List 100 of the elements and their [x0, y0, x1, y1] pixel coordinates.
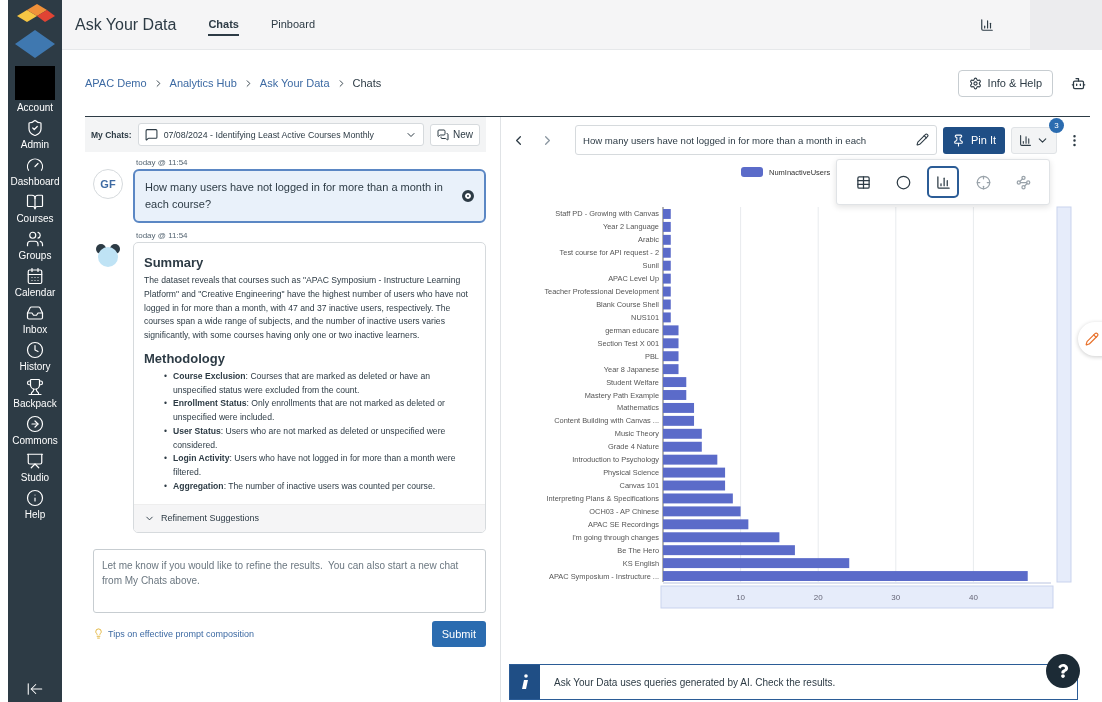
breadcrumb-link[interactable]: APAC Demo [85, 77, 147, 89]
edit-button[interactable] [915, 133, 929, 146]
breadcrumb-link[interactable]: Chats [352, 77, 382, 89]
trophy-icon [26, 378, 44, 396]
clock-icon [26, 341, 44, 359]
shield-icon [26, 119, 44, 137]
nav-item[interactable]: Admin [20, 119, 50, 150]
chats-label: My Chats: [91, 129, 132, 140]
message-field[interactable]: Let me know if you would like to refine the results. You can also start a new chat from My Chats above. [93, 548, 486, 613]
breadcrumb-link[interactable]: Analytics Hub [169, 77, 237, 89]
chart-bar [663, 402, 695, 413]
chart-bar [663, 454, 718, 465]
gauge-icon [26, 156, 44, 174]
chart-bar [663, 221, 671, 232]
robot-icon [1071, 75, 1086, 91]
bar-chart-option[interactable] [927, 166, 959, 198]
bullet-marker: • [164, 397, 167, 411]
nav-item[interactable]: Dashboard [10, 156, 60, 187]
chart-bar [663, 377, 687, 388]
tab[interactable]: Pinboard [270, 13, 315, 36]
list-item: User Status: Users who are not marked as deleted or unspecified were considered. [173, 424, 447, 452]
nav-item[interactable]: Commons [12, 415, 58, 446]
pin-button[interactable]: Pin It [942, 126, 1005, 154]
logo-icon [13, 4, 57, 60]
app-title: Ask Your Data [75, 15, 177, 34]
user-avatar: GF [93, 169, 123, 199]
zoom-slider[interactable] [1056, 206, 1072, 583]
chat-bubble-icon [144, 128, 158, 141]
list-item: Course Exclusion: Courses that are marked as deleted or have an unspecified status were excluded from the count. [173, 369, 431, 397]
list-item: Aggregation: The number of inactive users was counted per course. [173, 479, 437, 493]
chart-bar [663, 312, 671, 323]
axis-tick: 10 [736, 593, 746, 602]
pencil-icon [915, 133, 929, 146]
radio-icon[interactable] [462, 190, 474, 203]
bullet-marker: • [164, 424, 167, 438]
message-time: today @ 11:54 [136, 158, 189, 167]
chart-bar [663, 364, 679, 375]
submit-button[interactable]: Submit [431, 620, 486, 647]
chart-bar [663, 338, 679, 349]
chart-bar [663, 467, 726, 478]
chart-bar [663, 299, 671, 310]
count-badge: 3 [1049, 117, 1064, 133]
bar-chart-icon [935, 174, 951, 190]
calendar-icon [26, 267, 44, 285]
nav-item[interactable]: Courses [16, 193, 54, 224]
nav-item[interactable]: Groups [18, 230, 52, 261]
zoom-slider[interactable] [660, 585, 1054, 609]
chat-bubbles-icon [437, 128, 449, 141]
inbox-icon [26, 304, 44, 322]
chart-bar [663, 234, 671, 245]
new-chat-button[interactable]: New [430, 123, 480, 146]
chart-bar [663, 493, 733, 504]
axis-tick: 30 [891, 593, 901, 602]
collapse-icon [26, 680, 44, 698]
table-icon [855, 174, 871, 190]
circle-icon [895, 174, 911, 190]
chart-bar [663, 247, 671, 258]
chart-bar [663, 351, 679, 362]
lightbulb-icon [93, 628, 104, 640]
nav-item[interactable]: Account [15, 66, 55, 113]
chat-select[interactable]: 07/08/2024 - Identifying Least Active Courses Monthly [137, 123, 424, 146]
bullet-marker: • [164, 452, 167, 466]
help-button[interactable] [1046, 654, 1080, 688]
chart-bar [663, 273, 671, 284]
bullet-marker: • [164, 479, 167, 493]
bot-avatar [93, 242, 123, 269]
bullet-marker: • [164, 369, 167, 383]
pencil-icon [1085, 332, 1099, 346]
bar-chart-icon [980, 17, 994, 32]
side-tab[interactable] [1078, 322, 1102, 356]
axis-tick: 40 [968, 593, 978, 602]
nav-item[interactable]: History [19, 341, 51, 372]
nav-item[interactable]: Backpack [13, 378, 57, 409]
gear-icon [968, 76, 982, 90]
people-icon [26, 230, 44, 248]
notice-text: Ask Your Data uses queries generated by AI. Check the results. [554, 676, 836, 688]
chart-bar [663, 415, 695, 426]
list-item: Login Activity: Users who have not logged in for more than a month were filtered. [173, 452, 457, 480]
refinement-toggle[interactable]: Refinement Suggestions [134, 503, 485, 532]
tab[interactable]: Chats [208, 13, 239, 36]
breadcrumb-link[interactable]: Ask Your Data [259, 77, 330, 89]
nav-item[interactable]: Help [24, 489, 46, 520]
nav-item[interactable]: Calendar [14, 267, 56, 298]
nav-item[interactable]: Studio [20, 452, 50, 483]
bar-chart-icon [1019, 133, 1032, 147]
info-help-button[interactable]: Info & Help [957, 69, 1053, 97]
chart-type-button[interactable] [1011, 126, 1057, 154]
chart-bar [663, 209, 671, 219]
chart-bar [663, 260, 671, 271]
info-icon [510, 665, 540, 699]
section-heading: Methodology [144, 350, 226, 366]
query-field[interactable]: How many users have not logged in for more than a month in each [575, 125, 937, 155]
nav-item[interactable]: Inbox [22, 304, 48, 335]
list-item: Enrollment Status: Only enrollments that are not marked as deleted or unspecified were included. [173, 397, 446, 425]
info-icon [26, 489, 44, 507]
tips-link[interactable]: Tips on effective prompt composition [93, 628, 255, 640]
axis-tick: 20 [813, 593, 823, 602]
chart-bar [663, 480, 726, 491]
easel-icon [26, 452, 44, 470]
chart-bar [663, 441, 702, 452]
